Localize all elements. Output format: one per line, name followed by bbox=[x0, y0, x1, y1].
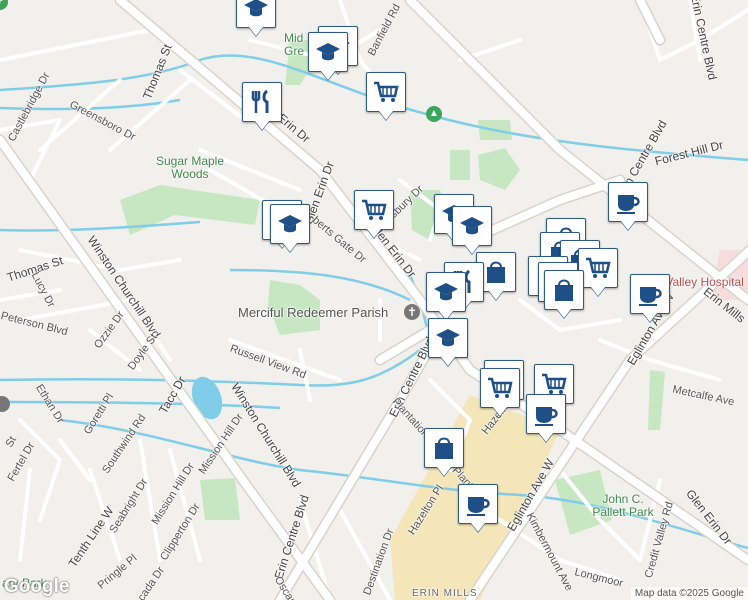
church-label: Merciful Redeemer Parish bbox=[238, 305, 389, 320]
marker-grocery-hazelton[interactable] bbox=[480, 368, 520, 408]
marker-cafe-ne[interactable] bbox=[608, 182, 648, 222]
marker-cluster-grocery[interactable] bbox=[578, 248, 618, 288]
map-attribution[interactable]: Map data ©2025 Google bbox=[630, 587, 748, 600]
cafe-icon bbox=[639, 287, 662, 306]
marker-school-mid[interactable] bbox=[270, 204, 310, 244]
marker-restaurant[interactable] bbox=[242, 82, 282, 122]
park-sugar-maple-woods-label: Sugar Maple Woods bbox=[155, 154, 225, 181]
shopping-bag-icon bbox=[555, 279, 573, 301]
marker-grocery-top[interactable] bbox=[366, 72, 406, 112]
cafe-icon bbox=[467, 497, 490, 516]
grocery-cart-icon bbox=[374, 81, 399, 102]
cafe-icon bbox=[617, 195, 640, 214]
church-icon: ✝ bbox=[404, 304, 420, 320]
marker-school-erin-centre[interactable] bbox=[426, 272, 466, 312]
shopping-bag-icon bbox=[487, 261, 505, 283]
grocery-cart-icon bbox=[586, 257, 611, 278]
marker-cafe-south[interactable] bbox=[458, 484, 498, 524]
area-erin-mills-label: ERIN MILLS bbox=[412, 588, 478, 599]
grocery-cart-icon bbox=[362, 199, 387, 220]
grocery-cart-icon bbox=[488, 377, 513, 398]
marker-school-top-2[interactable] bbox=[308, 32, 348, 72]
marker-shopping-plantation[interactable] bbox=[424, 428, 464, 468]
school-icon bbox=[316, 43, 340, 61]
school-icon bbox=[460, 217, 484, 235]
park-john-c-pallett-label: John C. Pallett Park bbox=[592, 492, 654, 519]
google-logo: Google bbox=[4, 576, 70, 597]
shopping-bag-icon bbox=[435, 437, 453, 459]
marker-school-top-0[interactable] bbox=[236, 0, 276, 28]
school-icon bbox=[436, 329, 460, 347]
marker-grocery-mid[interactable] bbox=[354, 190, 394, 230]
marker-school-erin-centre-2[interactable] bbox=[428, 318, 468, 358]
marker-cafe-hazelton[interactable] bbox=[526, 394, 566, 434]
park-tree-icon: ▲ bbox=[426, 106, 442, 122]
marker-cafe-hospital[interactable] bbox=[630, 274, 670, 314]
restaurant-icon bbox=[251, 89, 269, 113]
school-icon bbox=[278, 215, 302, 233]
school-icon bbox=[434, 283, 458, 301]
cafe-icon bbox=[535, 407, 558, 426]
marker-cluster-shopping[interactable] bbox=[544, 270, 584, 310]
map-canvas[interactable]: Sugar Maple Woods Mid Gre John C. Pallet… bbox=[0, 0, 748, 600]
school-icon bbox=[244, 0, 268, 17]
marker-school-kingsbury[interactable] bbox=[452, 206, 492, 246]
